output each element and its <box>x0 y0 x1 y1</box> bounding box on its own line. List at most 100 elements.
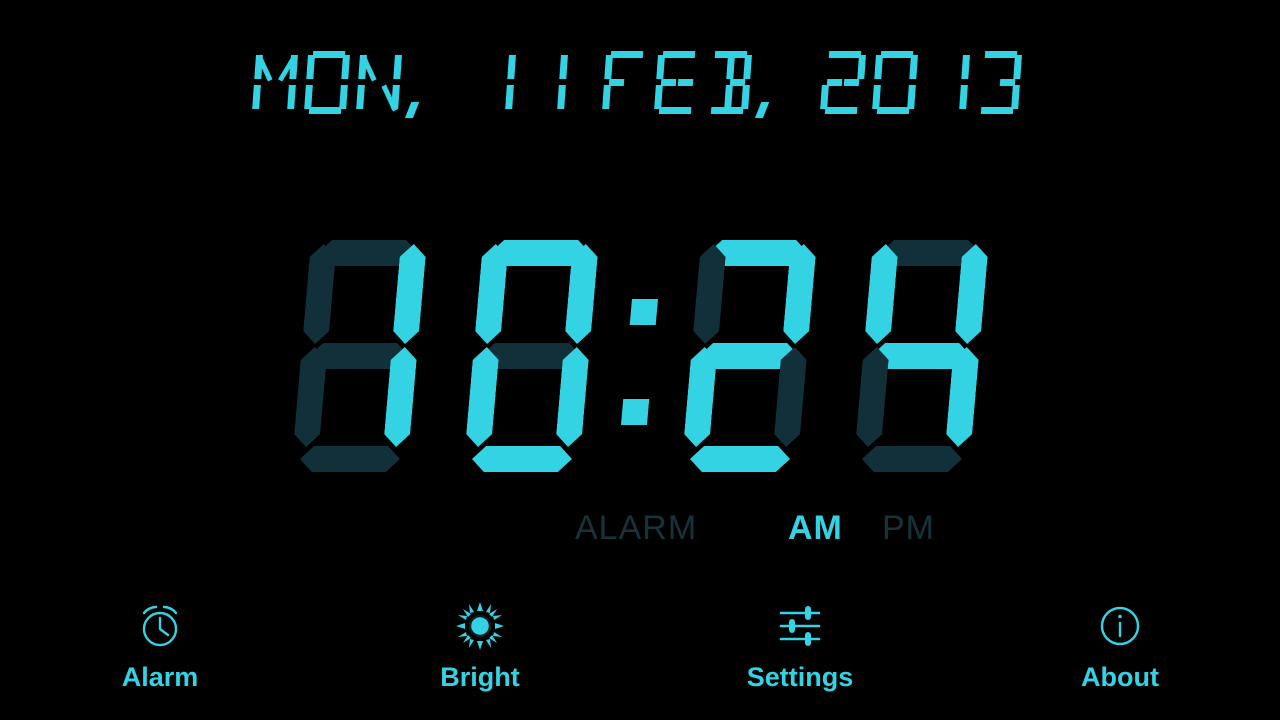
date-segment-tl <box>306 55 315 79</box>
nav-item-alarm[interactable]: Alarm <box>0 590 320 720</box>
am-indicator: AM <box>788 508 843 547</box>
date-segment-t <box>828 51 862 58</box>
segment-tl <box>302 244 337 344</box>
segment-bl <box>855 347 890 447</box>
date-segment-tr <box>393 55 402 79</box>
date-segment-tr <box>1013 55 1022 79</box>
segment-bot <box>299 446 401 472</box>
date-segment-tr <box>961 55 970 79</box>
date-char-N <box>354 50 405 116</box>
nav-item-bright[interactable]: Bright <box>320 590 640 720</box>
date-segment-tr <box>559 55 568 79</box>
date-segment-br <box>1011 85 1020 109</box>
date-segment-br <box>287 85 296 109</box>
sun-icon <box>452 598 508 654</box>
segment-tl <box>864 244 899 344</box>
date-char-O <box>302 50 353 116</box>
date-char-comma <box>754 50 781 118</box>
date-segment-t <box>880 51 914 58</box>
date-segment-b <box>980 107 1014 114</box>
comma-glyph <box>404 102 420 118</box>
segment-bot <box>471 446 573 472</box>
segment-bl <box>293 347 328 447</box>
date-segment-bl <box>602 85 611 109</box>
segment-tl <box>692 244 727 344</box>
comma-glyph <box>754 102 770 118</box>
date-segment-tr <box>341 55 350 79</box>
date-char-0 <box>870 50 921 116</box>
date-segment-bl <box>872 85 881 109</box>
date-char-space <box>440 50 467 116</box>
clock-digit-minute-tens <box>663 236 836 476</box>
date-segment-br <box>557 85 566 109</box>
date-segment-br <box>907 85 916 109</box>
time-display <box>0 236 1280 480</box>
date-segment-m2 <box>843 79 860 86</box>
date-segment-t <box>984 51 1018 58</box>
date-char-3 <box>974 50 1025 116</box>
date-segment-m2 <box>677 79 694 86</box>
nav-label-about: About <box>1081 662 1159 692</box>
date-segment-t <box>312 51 346 58</box>
date-segment-t <box>610 51 644 58</box>
date-segment-tr <box>743 55 752 79</box>
date-segment-b <box>658 107 692 114</box>
date-char-F <box>600 50 651 116</box>
sliders-icon <box>772 598 828 654</box>
date-segment-br <box>959 85 968 109</box>
date-char-2 <box>818 50 869 116</box>
date-char-comma <box>404 50 431 118</box>
date-segment-tl <box>604 55 613 79</box>
nav-label-alarm: Alarm <box>121 662 199 692</box>
clock-colon <box>607 236 674 476</box>
date-char-1 <box>468 50 519 116</box>
date-char-space <box>790 50 817 116</box>
date-segment-bl <box>820 85 829 109</box>
alarm-indicator: ALARM <box>575 508 698 547</box>
nav-label-settings: Settings <box>746 662 854 692</box>
date-segment-bl <box>252 85 261 109</box>
date-segment-tr <box>857 55 866 79</box>
date-segment-br <box>741 85 750 109</box>
date-char-space <box>572 50 599 116</box>
date-segment-br <box>339 85 348 109</box>
segment-bot <box>861 446 963 472</box>
date-segment-b <box>876 107 910 114</box>
date-segment-bl <box>654 85 663 109</box>
date-segment-cb <box>724 85 733 109</box>
date-segment-bl <box>304 85 313 109</box>
colon-dot-top <box>629 299 658 325</box>
clock-digit-hour-tens <box>273 236 446 476</box>
segment-bl <box>465 347 500 447</box>
date-char-1 <box>520 50 571 116</box>
colon-dot-bottom <box>620 399 650 425</box>
date-segment-text <box>250 50 1028 118</box>
segment-tl <box>474 244 509 344</box>
date-segment-ct <box>726 55 735 79</box>
nav-item-settings[interactable]: Settings <box>640 590 960 720</box>
date-segment-b <box>824 107 858 114</box>
date-char-M <box>250 50 301 116</box>
nav-label-bright: Bright <box>440 662 520 692</box>
date-segment-m1 <box>660 79 677 86</box>
date-segment-bl <box>356 85 365 109</box>
clock-screen: ALARM AM PM Alarm Bright Settings About <box>0 0 1280 720</box>
alarm-clock-icon <box>132 598 188 654</box>
date-segment-tr <box>909 55 918 79</box>
date-segment-t <box>662 51 696 58</box>
segment-bot <box>689 446 791 472</box>
segment-bl <box>683 347 718 447</box>
date-segment-br <box>505 85 514 109</box>
date-char-B <box>704 50 755 116</box>
nav-item-about[interactable]: About <box>960 590 1280 720</box>
date-segment-tl <box>874 55 883 79</box>
date-segment-tr <box>507 55 516 79</box>
date-char-E <box>652 50 703 116</box>
clock-digit-hour-ones <box>445 236 618 476</box>
date-segment-tl <box>656 55 665 79</box>
date-char-1 <box>922 50 973 116</box>
clock-digit-minute-ones <box>835 236 1008 476</box>
info-circle-icon <box>1092 598 1148 654</box>
date-display <box>0 50 1280 118</box>
date-segment-m1 <box>608 79 625 86</box>
